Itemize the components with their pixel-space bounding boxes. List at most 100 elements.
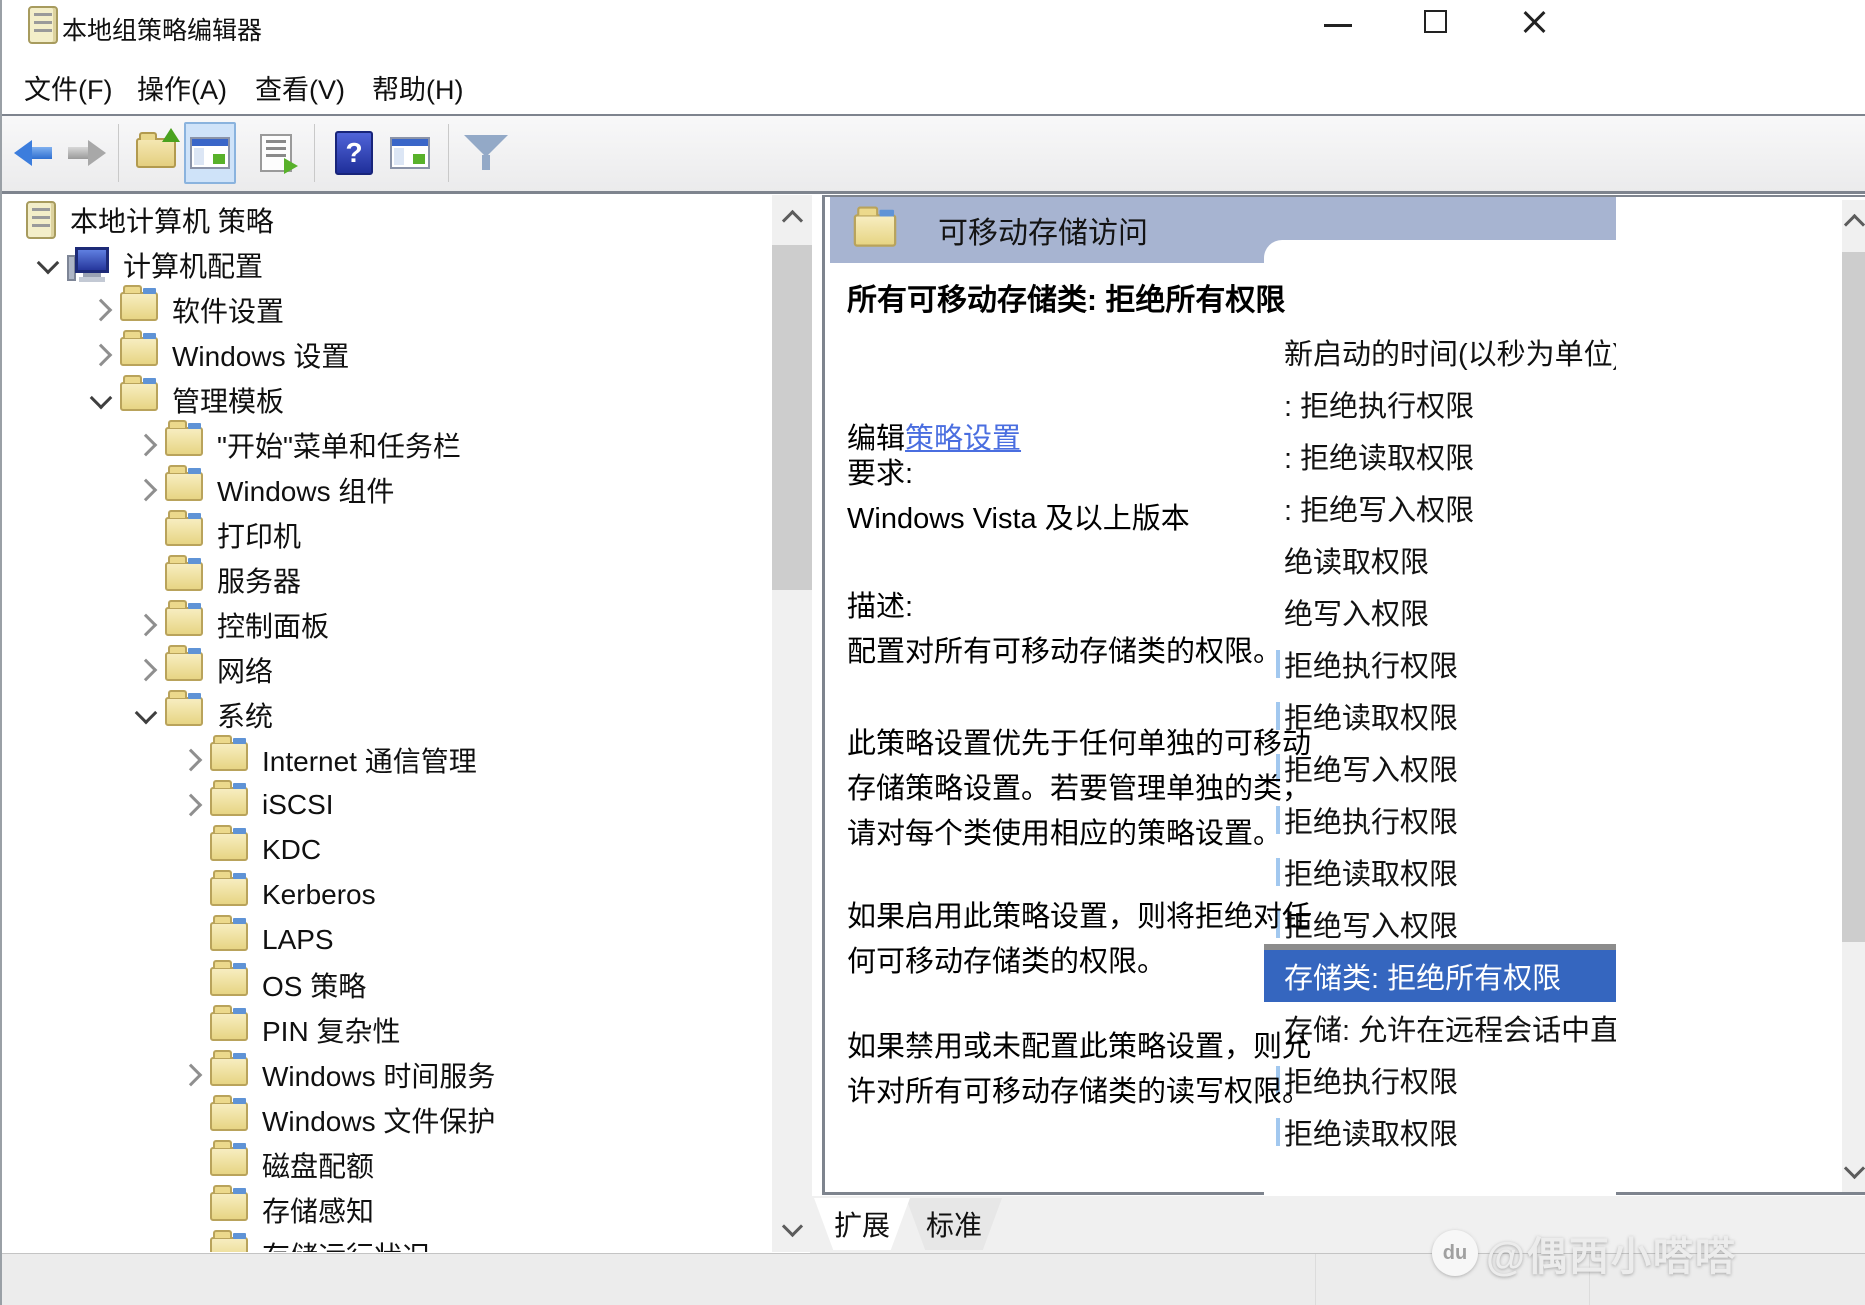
chevron-spacer xyxy=(172,1142,210,1187)
chevron-right-icon[interactable] xyxy=(127,467,165,512)
list-item[interactable]: 拒绝执行权限 xyxy=(1264,1054,1616,1106)
list-item[interactable]: 拒绝读取权限 xyxy=(1264,846,1616,898)
tree-item[interactable]: OS 策略 xyxy=(4,962,770,1007)
menu-action[interactable]: 操作(A) xyxy=(131,64,233,111)
folder-icon xyxy=(120,382,158,418)
chevron-right-icon[interactable] xyxy=(82,287,120,332)
help-icon[interactable]: ? xyxy=(328,122,380,184)
tree-item-label: Kerberos xyxy=(262,879,376,911)
tree-item[interactable]: Windows 文件保护 xyxy=(4,1097,770,1142)
tree-item[interactable]: 管理模板 xyxy=(4,377,770,422)
tree-item[interactable]: "开始"菜单和任务栏 xyxy=(4,422,770,467)
tree-item[interactable]: 网络 xyxy=(4,647,770,692)
tree-scrollbar[interactable] xyxy=(772,195,812,1252)
tree-item[interactable]: KDC xyxy=(4,827,770,872)
toolbar-separator xyxy=(314,124,315,182)
list-item[interactable]: 存储: 允许在远程会话中直接访问 xyxy=(1264,1002,1616,1054)
list-item[interactable]: 拒绝写入权限 xyxy=(1264,898,1616,950)
tree-item[interactable]: 本地计算机 策略 xyxy=(4,197,770,242)
chevron-right-icon[interactable] xyxy=(82,332,120,377)
chevron-right-icon[interactable] xyxy=(127,647,165,692)
tree-item-label: 存储感知 xyxy=(262,1190,374,1230)
scroll-up-icon[interactable] xyxy=(1842,200,1865,242)
list-item[interactable]: 拒绝读取权限 xyxy=(1264,1106,1616,1158)
tree-item[interactable]: Internet 通信管理 xyxy=(4,737,770,782)
scroll-up-icon[interactable] xyxy=(772,195,812,240)
new-window-icon[interactable] xyxy=(384,122,436,184)
tree-item[interactable]: 控制面板 xyxy=(4,602,770,647)
list-item[interactable]: 存储类: 拒绝所有权限 xyxy=(1264,950,1616,1002)
list-item[interactable]: 拒绝读取权限 xyxy=(1264,690,1616,742)
filter-icon[interactable] xyxy=(460,122,512,184)
tree-item[interactable]: 磁盘配额 xyxy=(4,1142,770,1187)
toolbar: ? xyxy=(2,116,1865,192)
list-item[interactable]: 拒绝执行权限 xyxy=(1264,638,1616,690)
baidu-paw-icon: du xyxy=(1432,1230,1478,1276)
close-icon[interactable] xyxy=(1520,8,1548,36)
up-folder-icon[interactable] xyxy=(130,122,182,184)
forward-icon[interactable] xyxy=(60,122,112,184)
chevron-right-icon[interactable] xyxy=(172,782,210,827)
toolbar-separator xyxy=(118,124,119,182)
tree-item-label: Internet 通信管理 xyxy=(262,740,477,780)
list-scrollbar[interactable] xyxy=(1842,200,1865,1192)
tree-item[interactable]: 打印机 xyxy=(4,512,770,557)
tree-item[interactable]: iSCSI xyxy=(4,782,770,827)
scroll-down-icon[interactable] xyxy=(1842,1150,1865,1192)
list-item[interactable]: 拒绝写入权限 xyxy=(1264,742,1616,794)
menu-view[interactable]: 查看(V) xyxy=(249,64,351,111)
tree-item[interactable]: 存储感知 xyxy=(4,1187,770,1232)
tree-scrollbar-thumb[interactable] xyxy=(772,245,812,590)
list-item[interactable]: 新启动的时间(以秒为单位) xyxy=(1264,326,1616,378)
list-item[interactable]: : 拒绝读取权限 xyxy=(1264,430,1616,482)
tree-item[interactable]: Windows 时间服务 xyxy=(4,1052,770,1097)
scroll-down-icon[interactable] xyxy=(772,1207,812,1252)
tree-item[interactable]: PIN 复杂性 xyxy=(4,1007,770,1052)
list-item[interactable]: 拒绝执行权限 xyxy=(1264,794,1616,846)
tab-standard[interactable]: 标准 xyxy=(906,1198,1002,1250)
list-item[interactable]: : 拒绝执行权限 xyxy=(1264,378,1616,430)
gpedit-window: 本地组策略编辑器 文件(F) 操作(A) 查看(V) 帮助(H) ? xyxy=(0,0,1865,1305)
tab-extended[interactable]: 扩展 xyxy=(814,1198,910,1250)
show-console-tree-icon[interactable] xyxy=(184,122,236,184)
policy-list: 新启动的时间(以秒为单位) : 拒绝执行权限 : 拒绝读取权限: 拒绝写入权限绝读取… xyxy=(1264,240,1616,1195)
tree-item[interactable]: Windows 设置 xyxy=(4,332,770,377)
tree-item[interactable]: 服务器 xyxy=(4,557,770,602)
menu-file[interactable]: 文件(F) xyxy=(18,64,118,111)
chevron-right-icon[interactable] xyxy=(172,737,210,782)
tree-item[interactable]: 软件设置 xyxy=(4,287,770,332)
list-item[interactable]: 绝读取权限 xyxy=(1264,534,1616,586)
list-scrollbar-thumb[interactable] xyxy=(1842,252,1865,942)
console-tree: 本地计算机 策略计算机配置软件设置Windows 设置管理模板"开始"菜单和任务… xyxy=(4,195,770,1252)
chevron-down-icon[interactable] xyxy=(82,377,120,422)
menu-help[interactable]: 帮助(H) xyxy=(366,64,469,111)
toolbar-separator xyxy=(448,124,449,182)
chevron-right-icon[interactable] xyxy=(127,602,165,647)
chevron-right-icon[interactable] xyxy=(172,1052,210,1097)
list-item-label: : 拒绝执行权限 xyxy=(1284,383,1474,425)
tree-item[interactable]: 系统 xyxy=(4,692,770,737)
list-item[interactable]: 绝写入权限 xyxy=(1264,586,1616,638)
tree-item[interactable]: 计算机配置 xyxy=(4,242,770,287)
chevron-spacer xyxy=(172,917,210,962)
tree-item[interactable]: Kerberos xyxy=(4,872,770,917)
folder-icon xyxy=(165,607,203,643)
tree-item-label: Windows 设置 xyxy=(172,335,349,375)
minimize-icon[interactable] xyxy=(1324,24,1352,27)
chevron-down-icon[interactable] xyxy=(127,692,165,737)
list-item[interactable]: : 拒绝写入权限 xyxy=(1264,482,1616,534)
tree-item-label: 系统 xyxy=(217,695,273,735)
tree-item[interactable]: LAPS xyxy=(4,917,770,962)
tree-item[interactable]: Windows 组件 xyxy=(4,467,770,512)
gpo-scroll-icon xyxy=(26,201,56,239)
tree-item-label: 服务器 xyxy=(217,560,301,600)
chevron-right-icon[interactable] xyxy=(127,422,165,467)
policy-settings-link[interactable]: 策略设置 xyxy=(905,423,1021,455)
export-list-icon[interactable] xyxy=(250,122,302,184)
folder-icon xyxy=(210,922,248,958)
folder-icon xyxy=(210,1192,248,1228)
back-icon[interactable] xyxy=(8,122,60,184)
chevron-down-icon[interactable] xyxy=(29,242,67,287)
tree-item[interactable]: 存储运行状况 xyxy=(4,1232,770,1252)
maximize-icon[interactable] xyxy=(1424,10,1447,33)
